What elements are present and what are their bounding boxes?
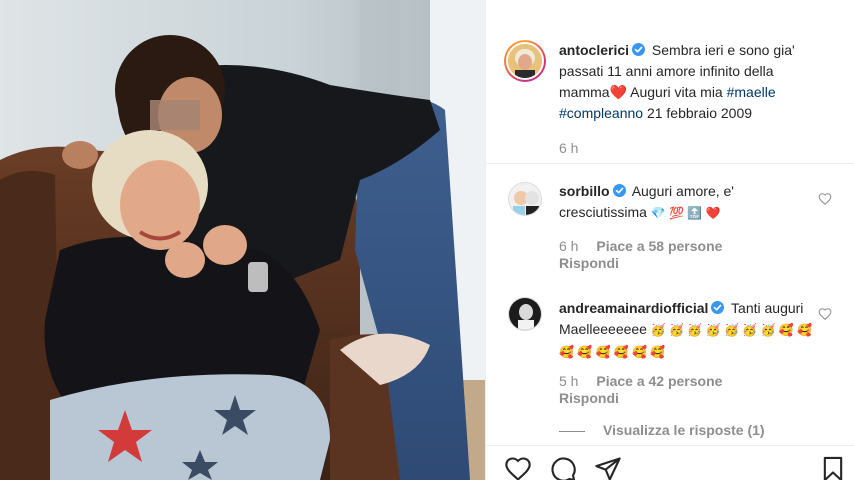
caption-divider — [486, 163, 854, 164]
reply-button[interactable]: Rispondi — [559, 390, 619, 406]
verified-badge-icon — [711, 301, 725, 314]
comment-body: sorbillo Auguri amore, e' cresciutissima… — [559, 181, 819, 224]
comment-meta: 6 h Piace a 58 persone — [559, 238, 736, 254]
comment-time[interactable]: 6 h — [559, 238, 578, 254]
commenter-avatar-image — [509, 298, 541, 330]
bookmark-icon[interactable] — [819, 455, 847, 480]
view-replies-button[interactable]: Visualizza le risposte (1) — [559, 422, 765, 438]
post-details-panel: antoclerici Sembra ieri e sono gia' pass… — [485, 0, 854, 480]
caption-tail: Auguri vita mia — [630, 84, 723, 100]
comment-time[interactable]: 5 h — [559, 373, 578, 389]
commenter-avatar[interactable] — [508, 182, 542, 216]
author-avatar-image — [508, 44, 542, 78]
heart-icon[interactable] — [504, 455, 532, 480]
commenter-username[interactable]: andreamainardiofficial — [559, 300, 708, 316]
replies-line — [559, 430, 585, 432]
like-comment-heart-icon[interactable] — [818, 192, 832, 206]
reply-button[interactable]: Rispondi — [559, 255, 619, 271]
commenter-username[interactable]: sorbillo — [559, 183, 610, 199]
post-photo[interactable] — [0, 0, 485, 480]
comment-likes[interactable]: Piace a 42 persone — [596, 373, 722, 389]
commenter-avatar-image — [509, 183, 541, 215]
author-username[interactable]: antoclerici — [559, 42, 629, 58]
comment-meta: 5 h Piace a 42 persone — [559, 373, 736, 389]
post-time[interactable]: 6 h — [559, 140, 592, 156]
commenter-avatar[interactable] — [508, 297, 542, 331]
verified-badge-icon — [612, 184, 626, 197]
post-action-bar — [486, 445, 854, 480]
caption-heart-emoji: ❤️ — [609, 84, 627, 100]
post-image — [0, 0, 485, 480]
author-avatar[interactable] — [504, 40, 546, 82]
post-time-label: 6 h — [559, 140, 579, 156]
comment-body: andreamainardiofficial Tanti auguri Mael… — [559, 298, 819, 363]
share-icon[interactable] — [594, 455, 622, 480]
like-comment-heart-icon[interactable] — [818, 307, 832, 321]
comment-likes[interactable]: Piace a 58 persone — [596, 238, 722, 254]
comment-emojis: 💎 💯 🔝 ❤️ — [650, 206, 721, 220]
view-replies-label: Visualizza le risposte (1) — [603, 422, 765, 438]
hashtag-link[interactable]: #maelle — [727, 84, 776, 100]
caption-date: 21 febbraio 2009 — [646, 105, 753, 121]
comment-icon[interactable] — [549, 455, 577, 480]
post-caption: antoclerici Sembra ieri e sono gia' pass… — [559, 40, 819, 124]
hashtag-link[interactable]: #compleanno — [559, 105, 643, 121]
verified-badge-icon — [632, 43, 646, 56]
